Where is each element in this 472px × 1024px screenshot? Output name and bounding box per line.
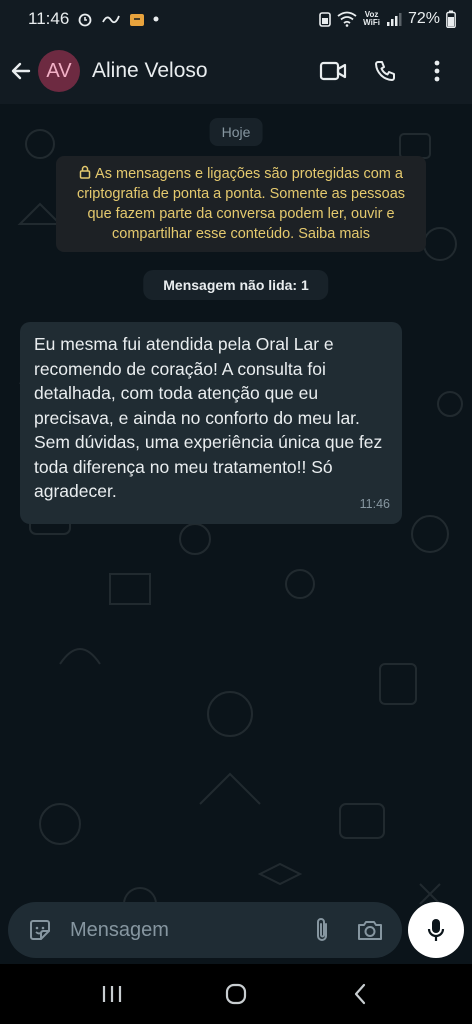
wifi-label: WiFi — [363, 18, 380, 27]
nav-back-button[interactable] — [330, 969, 390, 1019]
message-bubble[interactable]: Eu mesma fui atendida pela Oral Lar e re… — [20, 322, 402, 524]
battery-percent: 72% — [407, 10, 440, 27]
message-input[interactable]: Mensagem — [70, 919, 302, 942]
unread-indicator: Mensagem não lida: 1 — [143, 270, 329, 300]
status-left: 11:46 — [28, 9, 159, 29]
learn-more-link[interactable]: Saiba mais — [298, 226, 370, 242]
avatar-initials: AV — [46, 59, 72, 82]
back-arrow-icon — [11, 62, 31, 80]
camera-button[interactable] — [350, 910, 390, 950]
battery-icon — [446, 10, 456, 28]
dot-icon — [153, 16, 159, 22]
battery-saver-icon — [319, 11, 331, 27]
video-call-button[interactable] — [310, 48, 356, 94]
voice-call-button[interactable] — [362, 48, 408, 94]
phone-icon — [375, 61, 395, 81]
sticker-icon — [30, 920, 50, 940]
status-right: Voz WiFi 72% — [319, 10, 456, 28]
encryption-notice[interactable]: As mensagens e ligações são protegidas c… — [56, 156, 426, 252]
voice-message-button[interactable] — [408, 902, 464, 958]
chat-area[interactable]: Hoje As mensagens e ligações são protegi… — [0, 104, 472, 964]
food-app-icon — [129, 11, 145, 27]
wifi-icon — [337, 11, 357, 27]
back-icon — [354, 983, 366, 1005]
more-vert-icon — [434, 60, 440, 82]
chat-header: AV Aline Veloso — [0, 38, 472, 104]
app-notification-icon — [101, 12, 121, 26]
back-button[interactable] — [6, 51, 36, 91]
more-options-button[interactable] — [414, 48, 460, 94]
system-nav-bar — [0, 964, 472, 1024]
camera-icon — [358, 921, 382, 940]
message-composer[interactable]: Mensagem — [8, 902, 402, 958]
lock-icon — [79, 165, 91, 179]
message-text: Eu mesma fui atendida pela Oral Lar e re… — [34, 334, 383, 501]
avatar[interactable]: AV — [38, 50, 80, 92]
attach-icon — [317, 918, 327, 941]
attach-button[interactable] — [302, 910, 342, 950]
video-call-icon — [319, 61, 347, 81]
recents-button[interactable] — [82, 969, 142, 1019]
voice-wifi-label: Voz WiFi — [363, 11, 380, 27]
home-button[interactable] — [206, 969, 266, 1019]
signal-icon — [386, 12, 402, 26]
mic-icon — [427, 919, 445, 941]
home-icon — [225, 983, 247, 1005]
status-bar: 11:46 Voz WiFi 72% — [0, 0, 472, 38]
contact-name[interactable]: Aline Veloso — [92, 59, 304, 83]
status-time: 11:46 — [28, 9, 70, 28]
date-chip: Hoje — [209, 118, 263, 146]
recents-icon — [102, 986, 122, 1002]
alarm-icon — [77, 11, 93, 27]
sticker-button[interactable] — [20, 910, 60, 950]
